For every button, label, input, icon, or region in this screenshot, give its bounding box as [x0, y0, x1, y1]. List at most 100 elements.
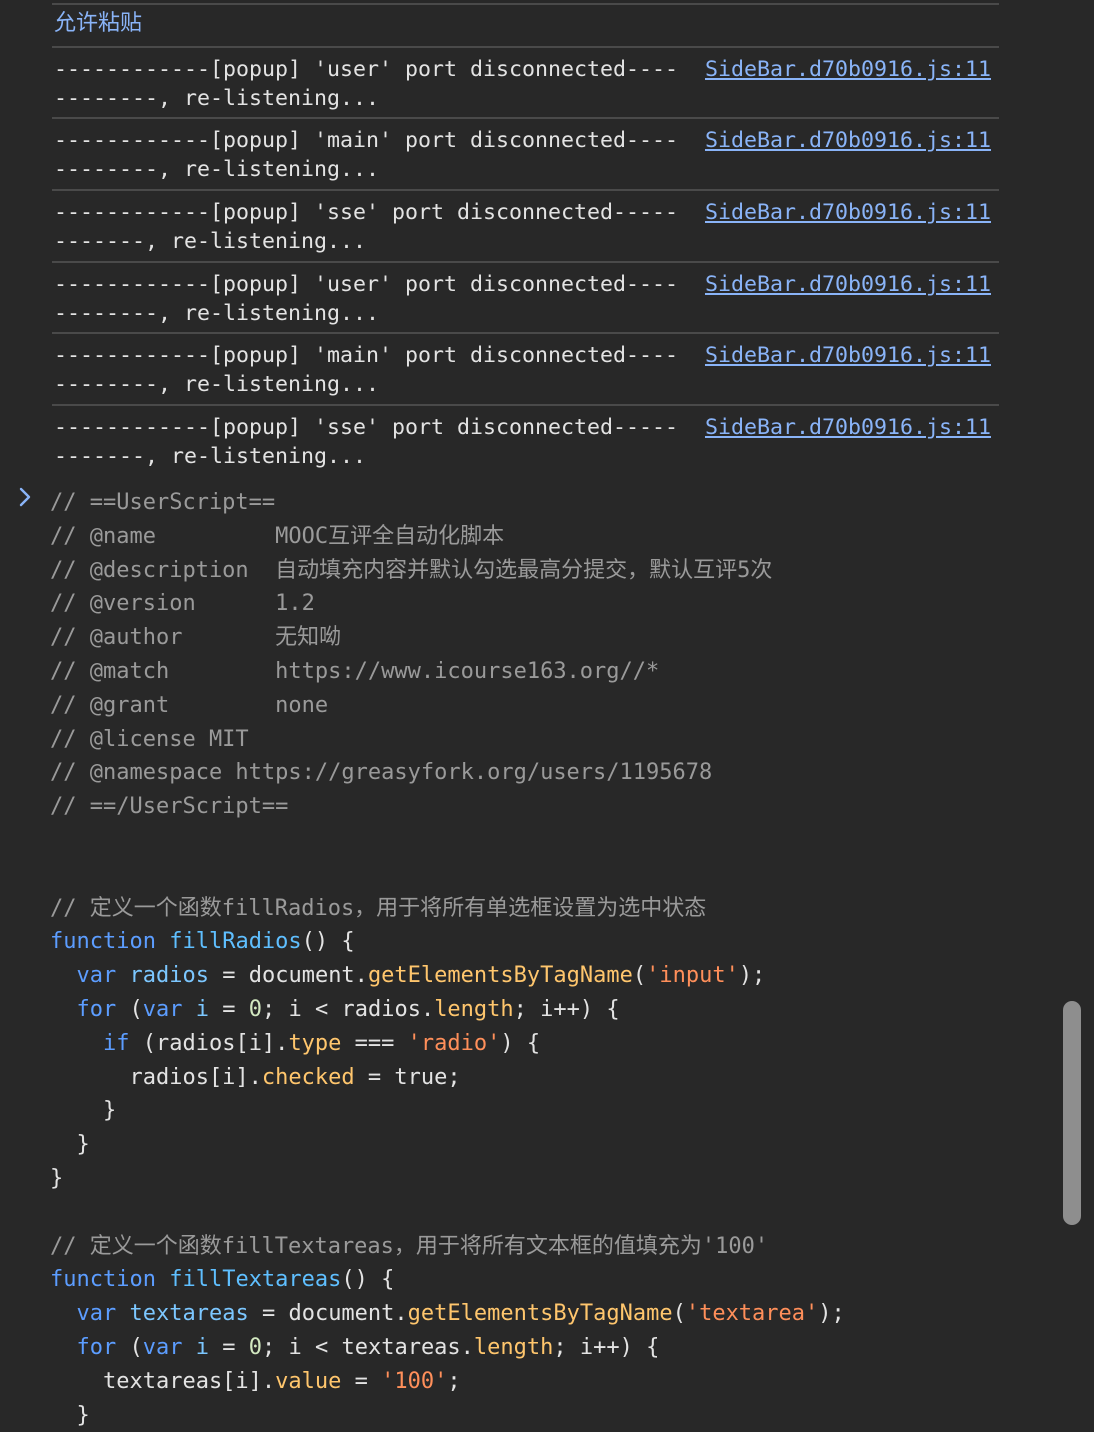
code-token: for	[76, 1334, 117, 1360]
code-line: // @license MIT	[50, 723, 1050, 757]
code-line: var radios = document.getElementsByTagNa…	[50, 959, 1050, 993]
code-token: ; i++) {	[513, 996, 620, 1022]
code-token: // ==UserScript==	[50, 490, 276, 515]
log-message: ------------[popup] 'sse' port disconnec…	[54, 200, 679, 254]
log-source-link[interactable]: SideBar.d70b0916.js:11	[705, 126, 991, 155]
code-line: }	[50, 1094, 1050, 1128]
code-line: // @name MOOC互评全自动化脚本	[50, 520, 1050, 554]
code-line: // ==/UserScript==	[50, 790, 1050, 824]
code-token: if	[102, 1030, 130, 1056]
code-token: true	[394, 1064, 448, 1090]
code-token: getElementsByTagName	[367, 963, 633, 989]
code-token: 0	[248, 996, 262, 1022]
code-token: ) {	[500, 1030, 541, 1056]
code-token: =	[209, 996, 249, 1022]
chevron-right-icon	[18, 486, 34, 508]
code-line: function fillRadios() {	[50, 925, 1050, 959]
console-input-code[interactable]: // ==UserScript== // @name MOOC互评全自动化脚本 //…	[50, 486, 1050, 1432]
code-token: // @version 1.2	[50, 591, 315, 617]
code-token: (	[116, 1334, 143, 1360]
code-token: getElementsByTagName	[407, 1301, 673, 1327]
code-token: (	[632, 963, 647, 989]
code-token: type	[288, 1030, 342, 1056]
code-token: radios[i].	[50, 1064, 262, 1090]
code-token: i	[195, 996, 209, 1022]
code-token: = document.	[248, 1301, 408, 1327]
code-token: );	[818, 1301, 845, 1327]
log-message: ------------[popup] 'main' port disconne…	[54, 343, 679, 397]
log-row: ------------[popup] 'sse' port disconnec…	[52, 189, 999, 261]
log-row: ------------[popup] 'sse' port disconnec…	[52, 404, 999, 476]
code-token: // @namespace https://greasyfork.org/use…	[50, 760, 713, 786]
code-token: ; i++) {	[553, 1334, 660, 1360]
code-token: 'textarea'	[685, 1301, 819, 1327]
code-line: // 定义一个函数fillTextareas，用于将所有文本框的值填充为'100…	[50, 1230, 1050, 1264]
code-line: }	[50, 1162, 1050, 1196]
code-token: fillTextareas	[169, 1267, 342, 1293]
code-token: // @author 无知呦	[50, 625, 342, 651]
code-token: 0	[248, 1334, 262, 1360]
code-token: var	[142, 1334, 183, 1360]
code-token: 'input'	[646, 963, 739, 989]
code-token: }	[50, 1165, 64, 1191]
code-line: radios[i].checked = true;	[50, 1061, 1050, 1095]
code-line: textareas[i].value = '100';	[50, 1365, 1050, 1399]
code-line: for (var i = 0; i < textareas.length; i+…	[50, 1331, 1050, 1365]
log-source-link[interactable]: SideBar.d70b0916.js:11	[705, 55, 991, 84]
code-token: checked	[261, 1064, 355, 1090]
code-line: // @author 无知呦	[50, 621, 1050, 655]
log-message: ------------[popup] 'main' port disconne…	[54, 128, 679, 182]
code-token: =	[354, 1064, 395, 1090]
code-token: length	[434, 996, 514, 1022]
paste-notice: 允许粘贴	[54, 11, 143, 36]
scrollbar-thumb[interactable]	[1063, 1001, 1081, 1225]
code-token: // @license MIT	[50, 726, 249, 752]
code-token: value	[275, 1368, 342, 1394]
code-token: );	[738, 963, 766, 989]
log-message: ------------[popup] 'sse' port disconnec…	[54, 415, 679, 469]
code-token: length	[473, 1334, 554, 1360]
code-token: i	[195, 1334, 209, 1360]
log-source-link[interactable]: SideBar.d70b0916.js:11	[705, 270, 991, 299]
code-token: ; i < textareas.	[262, 1334, 474, 1360]
code-token: radios	[129, 963, 209, 989]
code-line: var textareas = document.getElementsByTa…	[50, 1297, 1050, 1331]
log-source-link[interactable]: SideBar.d70b0916.js:11	[705, 198, 991, 227]
log-source-link[interactable]: SideBar.d70b0916.js:11	[705, 341, 991, 370]
log-source-link[interactable]: SideBar.d70b0916.js:11	[705, 413, 991, 442]
code-token: // ==/UserScript==	[50, 794, 289, 820]
code-line: }	[50, 1128, 1050, 1162]
code-token: var	[76, 1301, 117, 1327]
code-token: (	[672, 1301, 686, 1327]
code-token: ===	[341, 1030, 408, 1056]
code-line: // @description 自动填充内容并默认勾选最高分提交，默认互评5次	[50, 554, 1050, 588]
code-token: for	[76, 996, 117, 1022]
code-token: textareas[i].	[50, 1368, 276, 1394]
log-row: ------------[popup] 'user' port disconne…	[52, 261, 999, 333]
log-message: ------------[popup] 'user' port disconne…	[54, 57, 679, 111]
code-line: // @namespace https://greasyfork.org/use…	[50, 756, 1050, 790]
code-token: () {	[301, 929, 355, 955]
code-token: // 定义一个函数fillTextareas，用于将所有文本框的值填充为'100…	[50, 1233, 769, 1259]
code-token: }	[50, 1098, 117, 1124]
code-line: function fillTextareas() {	[50, 1263, 1050, 1297]
code-line: }	[50, 1399, 1050, 1432]
log-message: ------------[popup] 'user' port disconne…	[54, 272, 679, 326]
code-line: // @grant none	[50, 689, 1050, 723]
code-token: () {	[341, 1267, 395, 1293]
code-token: '100'	[381, 1368, 448, 1394]
code-token: 'radio'	[407, 1030, 501, 1056]
code-token: // 定义一个函数fillRadios，用于将所有单选框设置为选中状态	[50, 895, 707, 921]
code-token: fillRadios	[169, 929, 302, 955]
